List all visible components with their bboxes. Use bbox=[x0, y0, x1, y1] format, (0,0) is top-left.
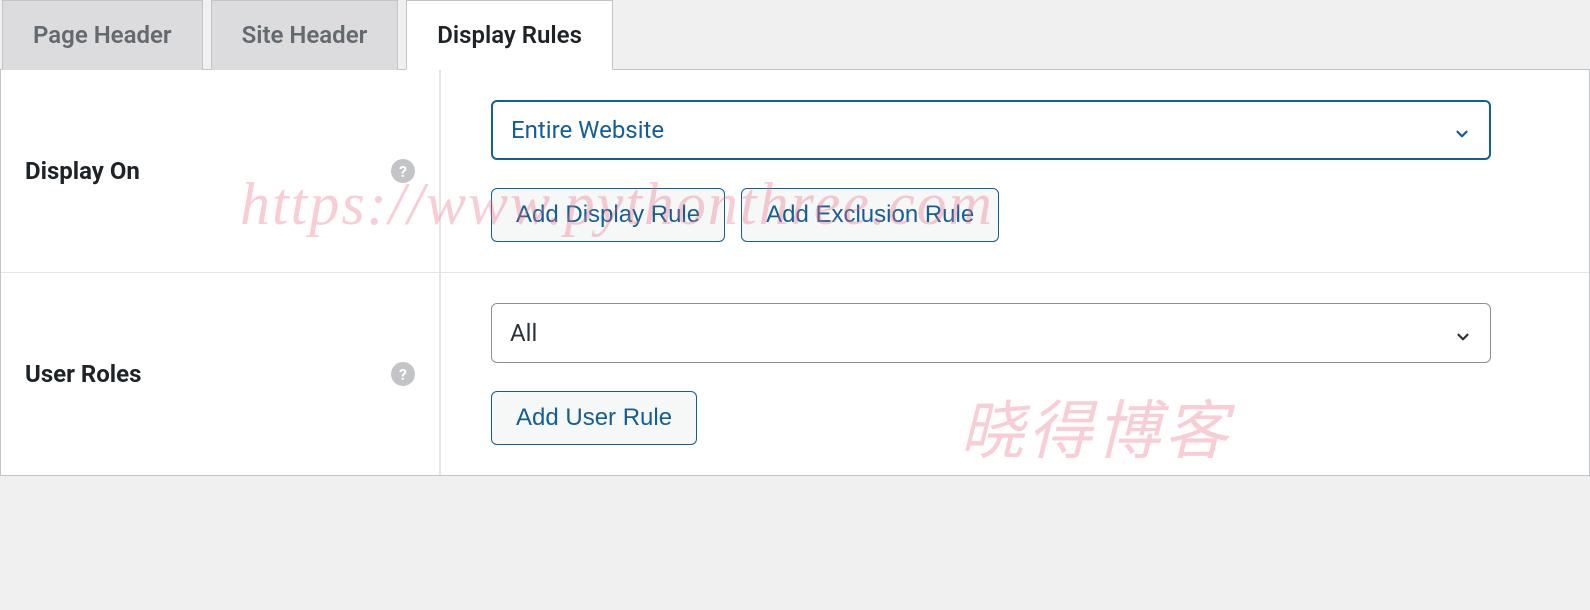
help-icon[interactable]: ? bbox=[391, 362, 415, 386]
add-exclusion-rule-button[interactable]: Add Exclusion Rule bbox=[741, 188, 999, 242]
add-display-rule-button[interactable]: Add Display Rule bbox=[491, 188, 725, 242]
field-label-col: User Roles ? bbox=[1, 273, 441, 475]
button-label: Add Display Rule bbox=[516, 201, 700, 228]
field-user-roles: User Roles ? All Add User Rule bbox=[1, 273, 1589, 475]
select-value: Entire Website bbox=[511, 116, 664, 144]
field-label-col: Display On ? bbox=[1, 70, 441, 272]
user-roles-label: User Roles bbox=[25, 360, 141, 388]
chevron-down-icon bbox=[1453, 121, 1471, 139]
tab-label: Display Rules bbox=[437, 21, 582, 49]
tab-label: Page Header bbox=[33, 21, 172, 49]
tab-site-header[interactable]: Site Header bbox=[211, 0, 399, 70]
select-value: All bbox=[510, 319, 537, 347]
display-on-select[interactable]: Entire Website bbox=[491, 100, 1491, 160]
user-roles-buttons: Add User Rule bbox=[491, 391, 1539, 445]
button-label: Add User Rule bbox=[516, 404, 672, 431]
field-display-on: Display On ? Entire Website Add Display … bbox=[1, 70, 1589, 273]
help-icon[interactable]: ? bbox=[391, 159, 415, 183]
display-on-label: Display On bbox=[25, 157, 140, 185]
display-on-buttons: Add Display Rule Add Exclusion Rule bbox=[491, 188, 1539, 242]
field-control-col: All Add User Rule bbox=[441, 273, 1589, 475]
tab-display-rules[interactable]: Display Rules bbox=[406, 0, 613, 70]
field-control-col: Entire Website Add Display Rule Add Excl… bbox=[441, 70, 1589, 272]
user-roles-select[interactable]: All bbox=[491, 303, 1491, 363]
settings-panel: Display On ? Entire Website Add Display … bbox=[0, 69, 1590, 476]
tab-page-header[interactable]: Page Header bbox=[2, 0, 203, 70]
add-user-rule-button[interactable]: Add User Rule bbox=[491, 391, 697, 445]
chevron-down-icon bbox=[1454, 324, 1472, 342]
tabs-nav: Page Header Site Header Display Rules bbox=[0, 0, 1590, 70]
button-label: Add Exclusion Rule bbox=[766, 201, 974, 228]
tab-label: Site Header bbox=[242, 21, 368, 49]
